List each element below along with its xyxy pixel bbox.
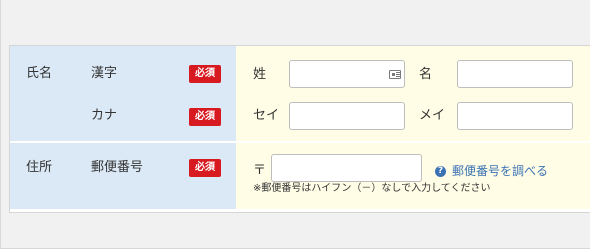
- name-row: 氏名 漢字 必須 カナ 必須 姓 名 セイ メイ: [10, 46, 590, 141]
- kana-label: カナ: [91, 108, 118, 123]
- name-input-cell: 姓 名 セイ メイ: [236, 46, 590, 141]
- last-name-label: 姓: [253, 67, 267, 82]
- address-row: 住所 郵便番号 必須 〒 ? 郵便番号を調べる ※郵便番号はハイフン（－）なしで…: [10, 143, 590, 209]
- postal-code-label: 郵便番号: [91, 160, 144, 175]
- required-badge-kanji: 必須: [189, 65, 221, 83]
- first-name-input[interactable]: [457, 60, 573, 88]
- postal-mark-icon: 〒: [253, 163, 267, 178]
- postal-code-lookup-link[interactable]: ? 郵便番号を調べる: [435, 163, 548, 179]
- address-section-label: 住所: [26, 160, 53, 175]
- form-page: 氏名 漢字 必須 カナ 必須 姓 名 セイ メイ 住所 郵便番号 必須 〒 ? …: [0, 0, 590, 249]
- last-name-input[interactable]: [289, 60, 405, 88]
- address-label-cell: 住所 郵便番号 必須: [10, 143, 236, 209]
- first-name-label: 名: [419, 67, 433, 82]
- help-icon: ?: [435, 165, 446, 177]
- postal-code-lookup-text: 郵便番号を調べる: [452, 164, 549, 178]
- first-name-kana-label: メイ: [419, 108, 446, 123]
- required-badge-postal: 必須: [189, 159, 221, 177]
- contact-card-icon: [389, 70, 401, 79]
- last-name-kana-input[interactable]: [289, 102, 405, 130]
- postal-code-input[interactable]: [271, 154, 422, 182]
- address-input-cell: 〒 ? 郵便番号を調べる ※郵便番号はハイフン（－）なしで入力してください: [236, 143, 590, 209]
- last-name-kana-label: セイ: [253, 108, 280, 123]
- kanji-label: 漢字: [91, 66, 118, 81]
- first-name-kana-input[interactable]: [457, 102, 573, 130]
- postal-code-note: ※郵便番号はハイフン（－）なしで入力してください: [253, 183, 491, 194]
- required-badge-kana: 必須: [189, 108, 221, 126]
- registration-form: 氏名 漢字 必須 カナ 必須 姓 名 セイ メイ 住所 郵便番号 必須 〒 ? …: [9, 45, 590, 213]
- name-label-cell: 氏名 漢字 必須 カナ 必須: [10, 46, 236, 141]
- name-section-label: 氏名: [26, 66, 53, 81]
